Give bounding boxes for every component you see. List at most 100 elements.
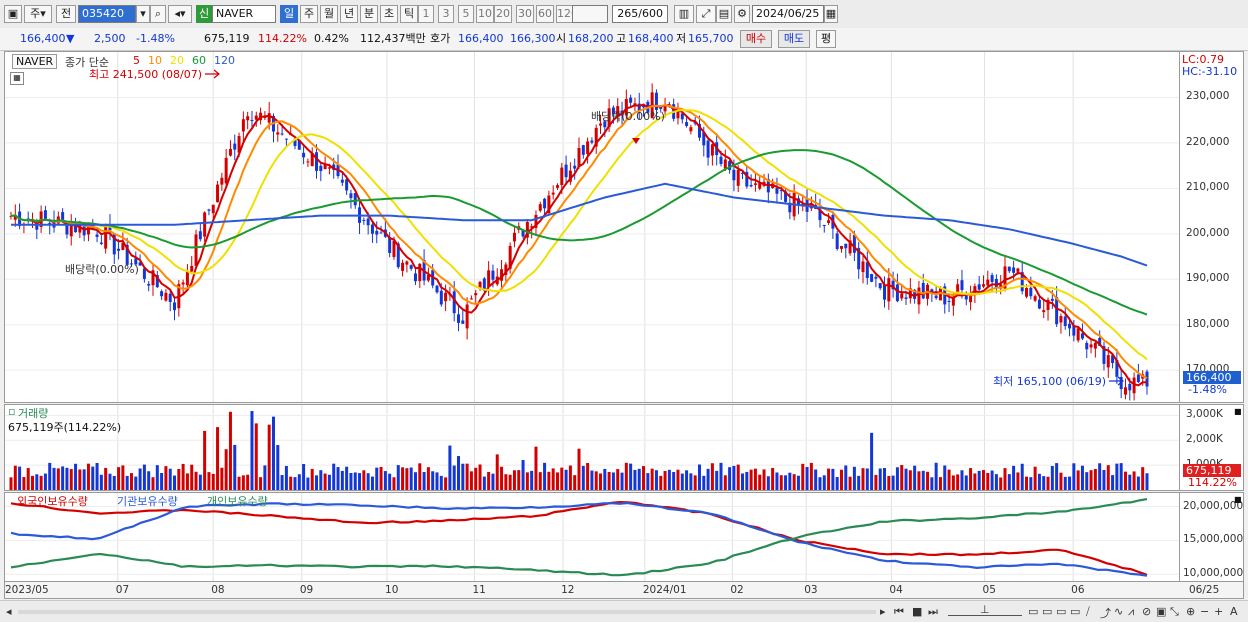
volume-bar: [224, 449, 228, 490]
volume-bar: [358, 473, 362, 490]
period-tab-1[interactable]: 주: [300, 5, 318, 23]
font-size-icon[interactable]: A: [1230, 605, 1238, 618]
zoom-out-icon[interactable]: −: [1200, 605, 1209, 618]
zoom-in-icon[interactable]: +: [1214, 605, 1223, 618]
scroll-track[interactable]: [18, 610, 876, 614]
volume-bar: [943, 465, 947, 490]
volume-bar: [779, 475, 783, 490]
candle-body: [551, 192, 555, 195]
layout-icon-4[interactable]: ▭: [1070, 605, 1080, 618]
panel-close-icon[interactable]: ■: [1234, 407, 1242, 416]
candle-body: [543, 198, 547, 209]
volume-chart-panel[interactable]: ▫ 거래량 675,119주(114.22%): [4, 404, 1180, 491]
save-icon[interactable]: ▤: [716, 5, 732, 23]
interval-10[interactable]: 10: [476, 5, 494, 23]
chart-stock-name[interactable]: NAVER: [12, 54, 58, 69]
layout-icon-3[interactable]: ▭: [1056, 605, 1066, 618]
interval-1[interactable]: 1: [418, 5, 434, 23]
volume-bar: [1111, 475, 1115, 490]
volume-bar: [508, 474, 512, 490]
interval-3[interactable]: 3: [438, 5, 454, 23]
holdings-chart-panel[interactable]: 외국인보유수량 기관보유수량 개인보유수량: [4, 492, 1180, 582]
zigzag-tool-icon[interactable]: ⩘: [1128, 605, 1134, 619]
period-tab-5[interactable]: 초: [380, 5, 398, 23]
interval-20[interactable]: 20: [494, 5, 512, 23]
x-label-12: 06: [1071, 584, 1085, 596]
volume-bar: [848, 476, 852, 490]
pan-icon[interactable]: ⤡: [1170, 605, 1179, 619]
volume-bar: [1089, 470, 1093, 490]
volume-bar: [672, 472, 676, 490]
volume-bar: [788, 472, 792, 490]
stock-code-input[interactable]: 035420: [78, 5, 136, 23]
calendar-icon[interactable]: ▦: [824, 5, 838, 23]
prev-button[interactable]: 전: [56, 5, 76, 23]
zoom-slider-handle[interactable]: ⊥: [980, 603, 990, 616]
candle-body: [246, 116, 250, 121]
date-input[interactable]: 2024/06/25: [752, 5, 824, 23]
period-tab-6[interactable]: 틱: [400, 5, 418, 23]
scroll-right-icon[interactable]: ▸: [880, 605, 886, 618]
custom-interval-select[interactable]: [572, 5, 608, 23]
volume-bar: [551, 468, 555, 490]
code-dropdown-icon[interactable]: ▾: [136, 5, 150, 23]
interval-60[interactable]: 60: [536, 5, 554, 23]
holdings-chart[interactable]: [5, 493, 1179, 581]
search-icon[interactable]: ⌕: [150, 5, 166, 23]
stop-icon[interactable]: ■: [912, 605, 922, 618]
gear-icon[interactable]: ⚙: [734, 5, 750, 23]
buy-button[interactable]: 매수: [740, 30, 772, 48]
price-chart-panel[interactable]: NAVER 종가 단순 최고 241,500 (08/07) 최저 165,10…: [4, 51, 1180, 403]
period-tab-3[interactable]: 년: [340, 5, 358, 23]
first-page-icon[interactable]: ⏮: [894, 605, 904, 619]
interval-30[interactable]: 30: [516, 5, 534, 23]
volume-bar: [538, 472, 542, 490]
window-menu-icon[interactable]: ▣: [4, 5, 22, 23]
eval-button[interactable]: 평: [816, 30, 836, 48]
volume-bar: [39, 475, 43, 490]
candle-body: [280, 133, 284, 135]
x-label-10: 04: [889, 584, 903, 596]
volume-bar: [461, 463, 465, 490]
last-page-icon[interactable]: ⏭: [928, 605, 938, 619]
image-icon[interactable]: ▣: [1156, 605, 1166, 618]
sell-button[interactable]: 매도: [778, 30, 810, 48]
fibo-tool-icon[interactable]: ⊘: [1142, 605, 1151, 618]
scroll-left-icon[interactable]: ◂: [6, 605, 12, 618]
line-tool-icon[interactable]: ⧸: [1086, 605, 1090, 619]
chart-type-icon[interactable]: ▥: [674, 5, 694, 23]
volume-bar: [422, 472, 426, 490]
volume-bar: [125, 475, 129, 490]
x-label-13: 06/25: [1189, 584, 1220, 596]
current-price: 166,400: [20, 32, 66, 45]
candle-body: [732, 169, 736, 181]
period-tab-0[interactable]: 일: [280, 5, 298, 23]
volume-chart[interactable]: [5, 405, 1179, 490]
stock-name-field[interactable]: NAVER: [212, 5, 276, 23]
candle-body: [1128, 383, 1132, 391]
layout-icon-1[interactable]: ▭: [1028, 605, 1038, 618]
candle-body: [753, 183, 757, 185]
market-select[interactable]: 주▾: [24, 5, 52, 23]
candle-body: [1068, 323, 1072, 329]
period-tab-2[interactable]: 월: [320, 5, 338, 23]
volume-bar: [22, 477, 26, 490]
volume-bar: [981, 470, 985, 490]
draw-tool-icon[interactable]: ⤢: [696, 5, 716, 23]
interval-5[interactable]: 5: [458, 5, 474, 23]
period-tab-4[interactable]: 분: [360, 5, 378, 23]
candle-body: [512, 232, 516, 242]
volume-bar: [865, 468, 869, 490]
speaker-icon[interactable]: ◂▾: [168, 5, 192, 23]
wave-tool-icon[interactable]: ∿: [1114, 605, 1123, 618]
data-count-field[interactable]: 265/600: [612, 5, 668, 23]
crosshair-icon[interactable]: ⊕: [1186, 605, 1195, 618]
trend-tool-icon[interactable]: ⤴: [1100, 605, 1111, 621]
volume-bar: [736, 464, 740, 490]
panel-close-icon-2[interactable]: ■: [1234, 495, 1242, 504]
price-chart[interactable]: [5, 52, 1179, 402]
volume-bar: [741, 473, 745, 490]
volume-current-pct: 114.22%: [1188, 476, 1237, 489]
layout-icon-2[interactable]: ▭: [1042, 605, 1052, 618]
grid-toggle-icon[interactable]: ▦: [10, 72, 24, 85]
